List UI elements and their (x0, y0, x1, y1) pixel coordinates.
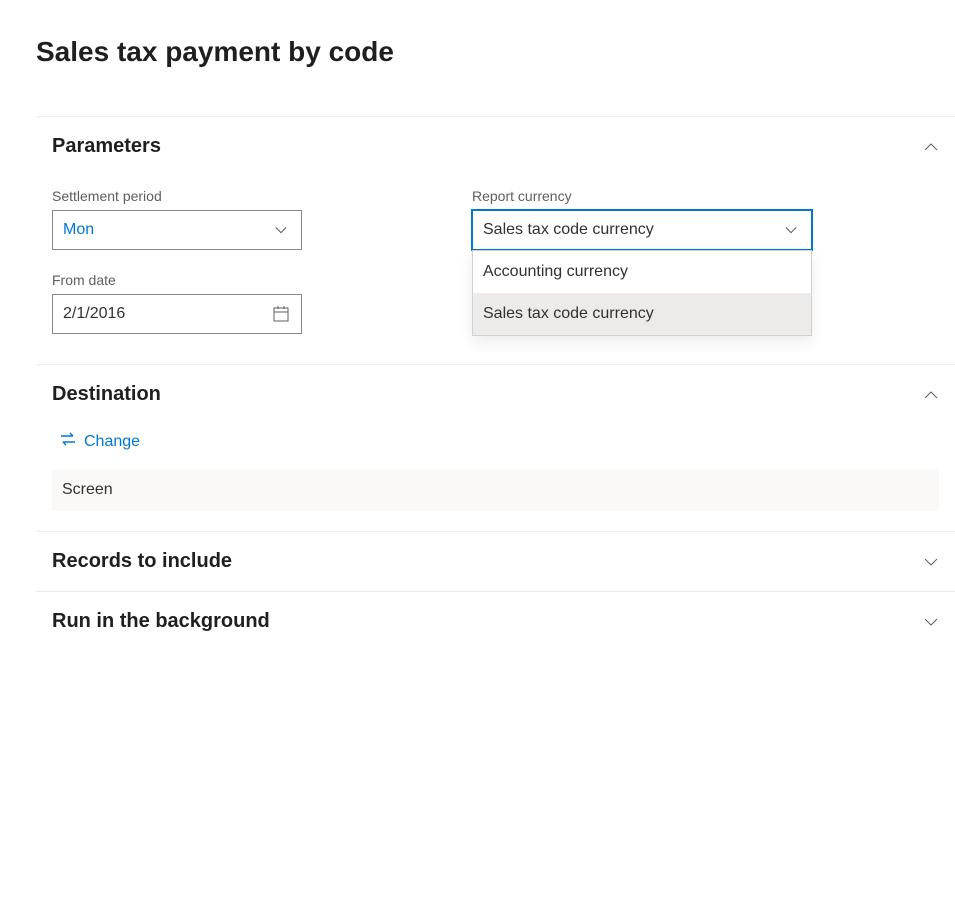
background-header[interactable]: Run in the background (52, 610, 939, 633)
report-currency-options: Accounting currency Sales tax code curre… (472, 250, 812, 336)
change-destination-link[interactable]: Change (60, 432, 140, 451)
chevron-down-icon (923, 554, 939, 570)
parameters-section: Parameters Settlement period Mon From da… (36, 116, 955, 364)
report-currency-dropdown[interactable]: Sales tax code currency (472, 210, 812, 250)
report-currency-value: Sales tax code currency (483, 221, 654, 239)
from-date-input[interactable]: 2/1/2016 (52, 294, 302, 334)
settlement-period-value: Mon (63, 221, 94, 239)
destination-header[interactable]: Destination (52, 383, 939, 406)
destination-value: Screen (52, 469, 939, 511)
report-currency-label: Report currency (472, 188, 812, 204)
swap-icon (60, 432, 76, 451)
report-currency-option-accounting[interactable]: Accounting currency (473, 251, 811, 293)
chevron-down-icon (779, 218, 803, 242)
chevron-up-icon (923, 387, 939, 403)
from-date-value: 2/1/2016 (63, 305, 125, 323)
chevron-down-icon (269, 218, 293, 242)
records-section: Records to include (36, 531, 955, 591)
change-label: Change (84, 433, 140, 451)
page-title: Sales tax payment by code (36, 36, 955, 68)
parameters-header[interactable]: Parameters (52, 135, 939, 158)
chevron-down-icon (923, 614, 939, 630)
records-title: Records to include (52, 550, 232, 573)
report-currency-option-salestax[interactable]: Sales tax code currency (473, 293, 811, 335)
settlement-period-dropdown[interactable]: Mon (52, 210, 302, 250)
background-title: Run in the background (52, 610, 270, 633)
from-date-label: From date (52, 272, 302, 288)
background-section: Run in the background (36, 591, 955, 651)
destination-section: Destination Change Screen (36, 364, 955, 531)
chevron-up-icon (923, 139, 939, 155)
calendar-icon[interactable] (269, 302, 293, 326)
parameters-title: Parameters (52, 135, 161, 158)
settlement-period-label: Settlement period (52, 188, 302, 204)
destination-title: Destination (52, 383, 161, 406)
records-header[interactable]: Records to include (52, 550, 939, 573)
